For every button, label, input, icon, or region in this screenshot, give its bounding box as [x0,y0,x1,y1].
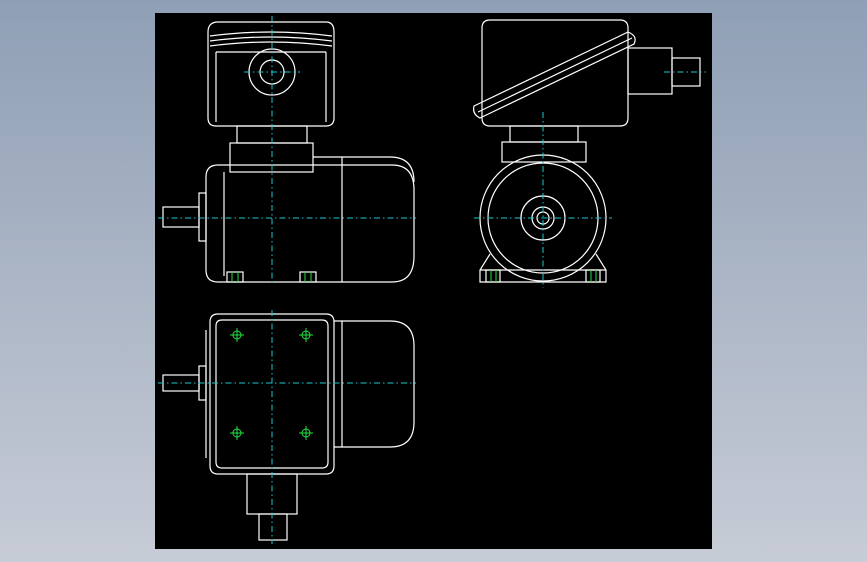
cad-drawing-canvas[interactable] [155,13,712,549]
